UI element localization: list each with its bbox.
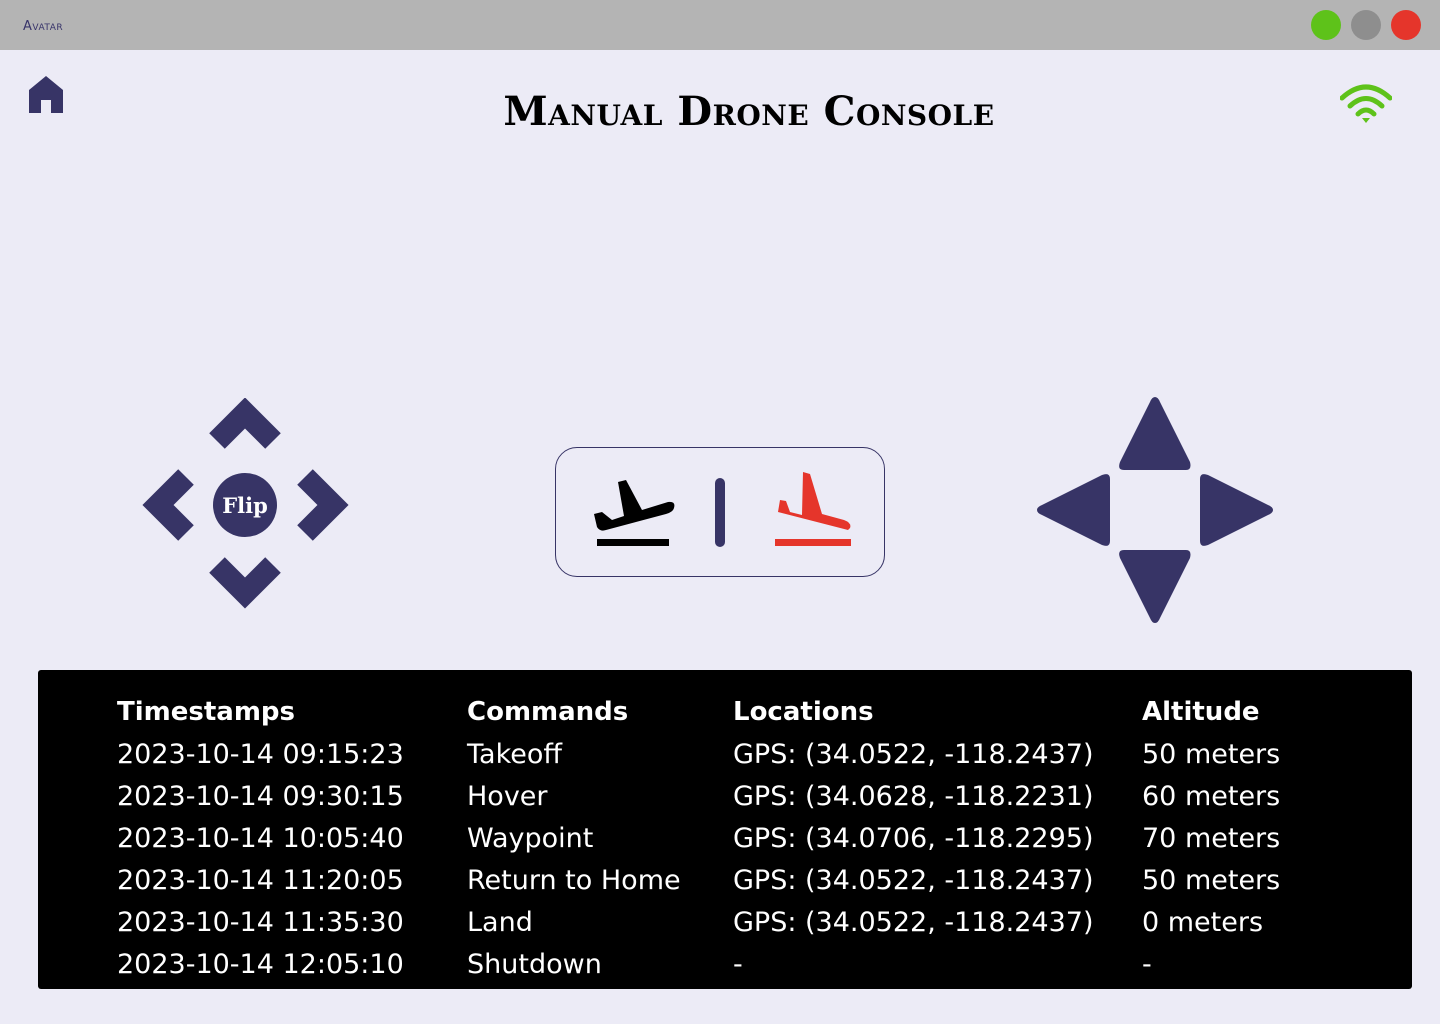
wifi-icon	[1340, 84, 1392, 123]
triangle-down-icon[interactable]	[1119, 550, 1191, 623]
table-header: Timestamps	[117, 697, 296, 727]
table-cell: Land	[467, 907, 533, 938]
timestamps-column: Timestamps 2023-10-14 09:15:23 2023-10-1…	[117, 694, 404, 988]
chevron-down-icon[interactable]	[209, 557, 281, 609]
page-title: Manual Drone Console	[503, 88, 995, 135]
chevron-up-icon[interactable]	[209, 398, 281, 449]
commands-column: Commands Takeoff Hover Waypoint Return t…	[467, 694, 681, 988]
table-cell: -	[733, 949, 743, 980]
table-header: Commands	[467, 697, 629, 727]
table-cell: Takeoff	[467, 739, 562, 770]
table-cell: 2023-10-14 09:30:15	[117, 781, 404, 812]
flight-takeoff-icon[interactable]	[588, 474, 678, 550]
close-button[interactable]	[1391, 10, 1421, 40]
table-cell: 60 meters	[1142, 781, 1281, 812]
table-cell: 70 meters	[1142, 823, 1281, 854]
altitude-column: Altitude 50 meters 60 meters 70 meters 5…	[1142, 694, 1280, 988]
move-direction-pad	[1037, 397, 1273, 623]
table-cell: 2023-10-14 10:05:40	[117, 823, 404, 854]
chevron-left-icon[interactable]	[142, 469, 194, 541]
table-header: Altitude	[1142, 697, 1260, 727]
table-cell: Shutdown	[467, 949, 602, 980]
flip-button[interactable]: Flip	[213, 473, 277, 537]
table-cell: 2023-10-14 12:05:10	[117, 949, 404, 980]
chevron-right-icon[interactable]	[297, 469, 349, 541]
table-cell: GPS: (34.0706, -118.2295)	[733, 823, 1094, 854]
flight-log-table: Timestamps 2023-10-14 09:15:23 2023-10-1…	[38, 670, 1412, 989]
table-cell: 0 meters	[1142, 907, 1264, 938]
separator	[715, 478, 725, 547]
locations-column: Locations GPS: (34.0522, -118.2437) GPS:…	[733, 694, 1093, 988]
table-cell: 2023-10-14 11:35:30	[117, 907, 404, 938]
app-name: Avatar	[23, 19, 64, 34]
table-cell: Hover	[467, 781, 548, 812]
triangle-up-icon[interactable]	[1119, 397, 1191, 470]
table-cell: 2023-10-14 09:15:23	[117, 739, 404, 770]
table-cell: 2023-10-14 11:20:05	[117, 865, 404, 896]
flight-land-icon[interactable]	[770, 470, 855, 550]
triangle-right-icon[interactable]	[1200, 474, 1273, 546]
triangle-left-icon[interactable]	[1037, 474, 1110, 546]
table-cell: GPS: (34.0628, -118.2231)	[733, 781, 1094, 812]
maximize-button[interactable]	[1351, 10, 1381, 40]
table-cell: 50 meters	[1142, 739, 1281, 770]
table-cell: GPS: (34.0522, -118.2437)	[733, 865, 1094, 896]
table-cell: GPS: (34.0522, -118.2437)	[733, 739, 1094, 770]
table-cell: Return to Home	[467, 865, 681, 896]
table-cell: -	[1142, 949, 1152, 980]
title-bar: Avatar	[0, 0, 1440, 50]
table-cell: GPS: (34.0522, -118.2437)	[733, 907, 1094, 938]
table-cell: Waypoint	[467, 823, 594, 854]
table-cell: 50 meters	[1142, 865, 1281, 896]
table-header: Locations	[733, 697, 874, 727]
minimize-button[interactable]	[1311, 10, 1341, 40]
